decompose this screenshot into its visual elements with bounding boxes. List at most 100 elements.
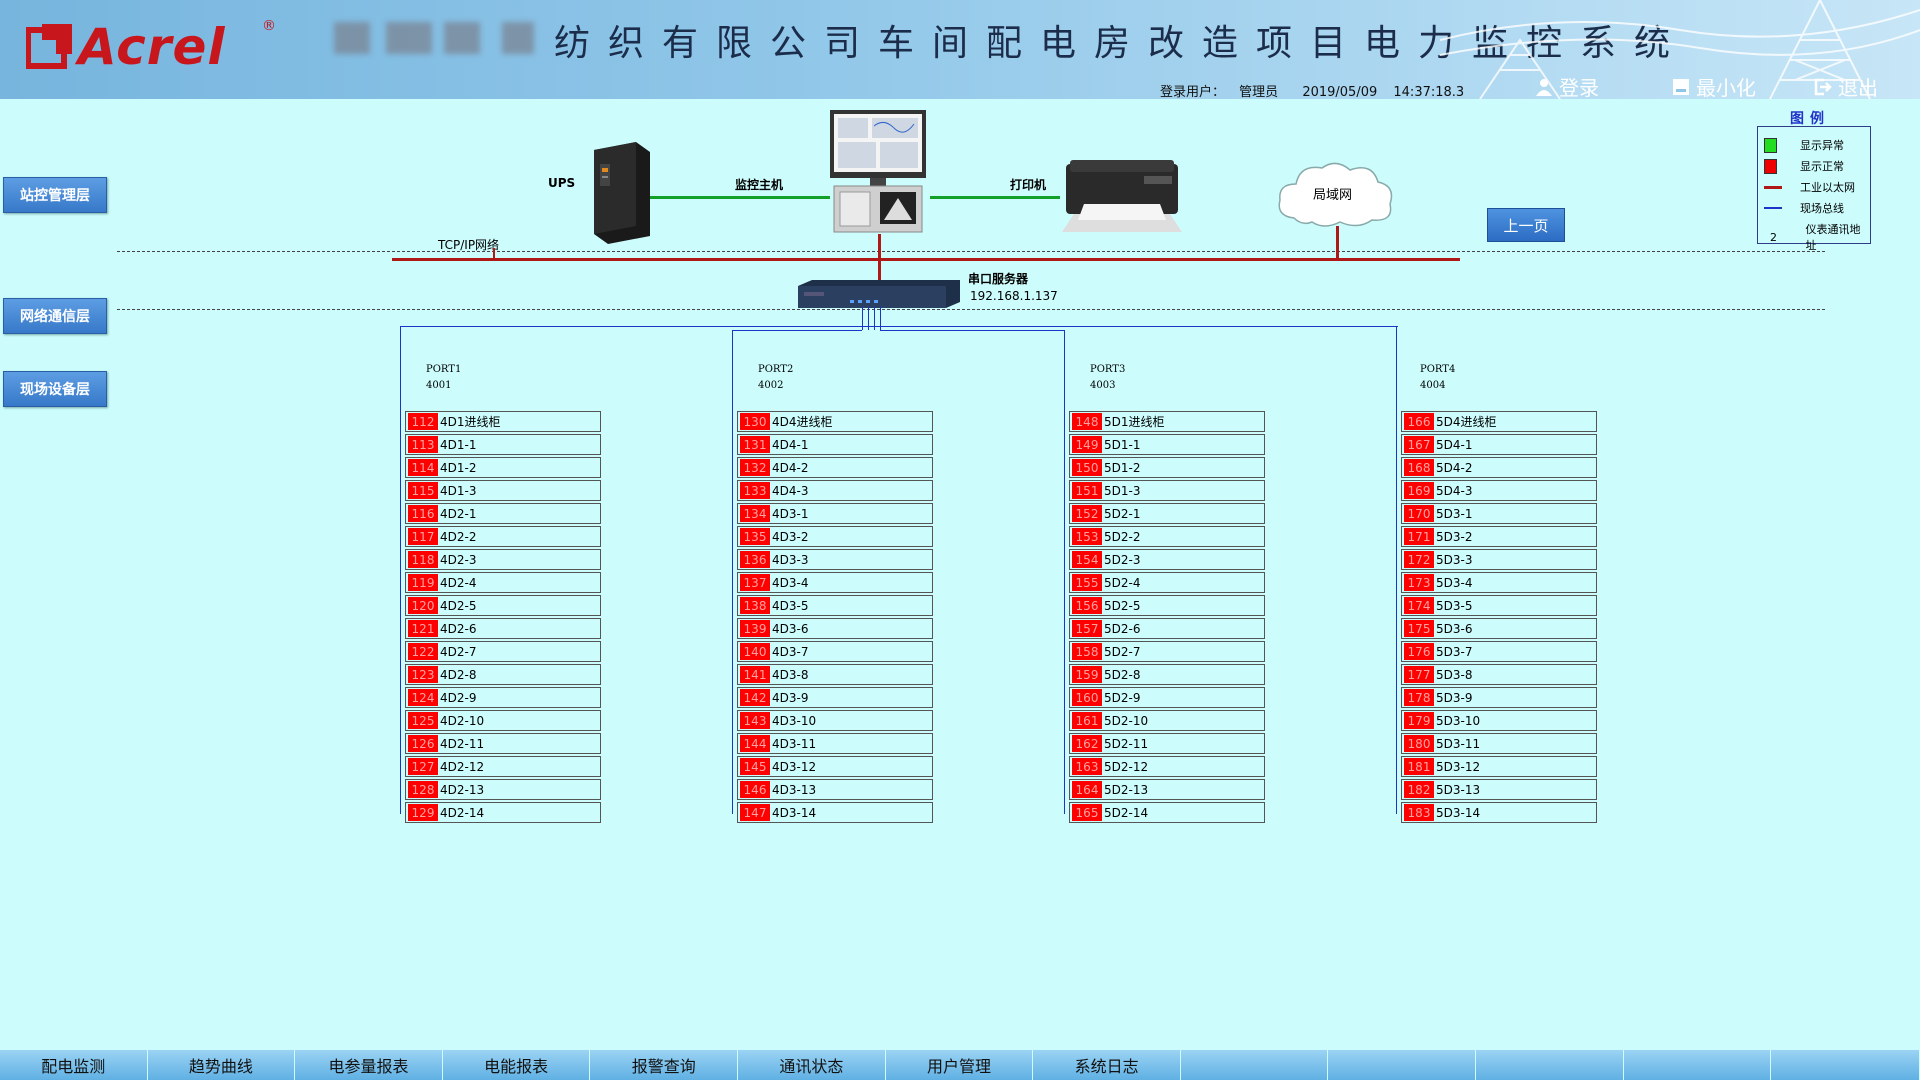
- device-row[interactable]: 123 4D2-8: [405, 664, 601, 685]
- device-row[interactable]: 175 5D3-6: [1401, 618, 1597, 639]
- device-row[interactable]: 166 5D4进线柜: [1401, 411, 1597, 432]
- device-row[interactable]: 120 4D2-5: [405, 595, 601, 616]
- device-row[interactable]: 132 4D4-2: [737, 457, 933, 478]
- ups-device-icon[interactable]: [586, 142, 650, 244]
- device-row[interactable]: 160 5D2-9: [1069, 687, 1265, 708]
- device-row[interactable]: 172 5D3-3: [1401, 549, 1597, 570]
- serial-server-icon[interactable]: [798, 280, 960, 308]
- device-row[interactable]: 135 4D3-2: [737, 526, 933, 547]
- device-row[interactable]: 117 4D2-2: [405, 526, 601, 547]
- device-row[interactable]: 125 4D2-10: [405, 710, 601, 731]
- device-row[interactable]: 126 4D2-11: [405, 733, 601, 754]
- device-row[interactable]: 183 5D3-14: [1401, 802, 1597, 823]
- device-row[interactable]: 173 5D3-4: [1401, 572, 1597, 593]
- device-row[interactable]: 163 5D2-12: [1069, 756, 1265, 777]
- device-row[interactable]: 142 4D3-9: [737, 687, 933, 708]
- exit-button[interactable]: 退出: [1814, 72, 1878, 99]
- device-row[interactable]: 151 5D1-3: [1069, 480, 1265, 501]
- device-row[interactable]: 155 5D2-4: [1069, 572, 1265, 593]
- device-row[interactable]: 116 4D2-1: [405, 503, 601, 524]
- tab-4[interactable]: 报警查询: [590, 1050, 738, 1080]
- device-row[interactable]: 141 4D3-8: [737, 664, 933, 685]
- device-row[interactable]: 170 5D3-1: [1401, 503, 1597, 524]
- device-row[interactable]: 159 5D2-8: [1069, 664, 1265, 685]
- device-row[interactable]: 149 5D1-1: [1069, 434, 1265, 455]
- device-row[interactable]: 134 4D3-1: [737, 503, 933, 524]
- device-row[interactable]: 180 5D3-11: [1401, 733, 1597, 754]
- device-row[interactable]: 119 4D2-4: [405, 572, 601, 593]
- device-row[interactable]: 150 5D1-2: [1069, 457, 1265, 478]
- login-button[interactable]: 登录: [1535, 72, 1599, 99]
- device-row[interactable]: 128 4D2-13: [405, 779, 601, 800]
- device-row[interactable]: 157 5D2-6: [1069, 618, 1265, 639]
- device-address-badge: 176: [1404, 643, 1434, 660]
- device-row[interactable]: 140 4D3-7: [737, 641, 933, 662]
- tab-5[interactable]: 通讯状态: [738, 1050, 885, 1080]
- layer-station-management[interactable]: 站控管理层: [3, 177, 107, 213]
- device-row[interactable]: 115 4D1-3: [405, 480, 601, 501]
- device-row[interactable]: 138 4D3-5: [737, 595, 933, 616]
- device-row[interactable]: 122 4D2-7: [405, 641, 601, 662]
- device-row[interactable]: 121 4D2-6: [405, 618, 601, 639]
- device-row[interactable]: 131 4D4-1: [737, 434, 933, 455]
- device-row[interactable]: 114 4D1-2: [405, 457, 601, 478]
- device-row[interactable]: 153 5D2-2: [1069, 526, 1265, 547]
- device-row[interactable]: 146 4D3-13: [737, 779, 933, 800]
- device-row[interactable]: 118 4D2-3: [405, 549, 601, 570]
- device-row[interactable]: 182 5D3-13: [1401, 779, 1597, 800]
- device-row[interactable]: 143 4D3-10: [737, 710, 933, 731]
- exit-icon: [1814, 78, 1832, 95]
- device-row[interactable]: 136 4D3-3: [737, 549, 933, 570]
- device-name: 4D3-11: [772, 736, 817, 751]
- tab-0[interactable]: 配电监测: [0, 1050, 147, 1080]
- device-name: 5D2-5: [1104, 598, 1141, 613]
- device-row[interactable]: 148 5D1进线柜: [1069, 411, 1265, 432]
- minimize-button[interactable]: 最小化: [1672, 72, 1756, 99]
- device-row[interactable]: 178 5D3-9: [1401, 687, 1597, 708]
- device-address-badge: 164: [1072, 781, 1102, 798]
- tab-6[interactable]: 用户管理: [885, 1050, 1033, 1080]
- tab-7[interactable]: 系统日志: [1033, 1050, 1180, 1080]
- device-row[interactable]: 139 4D3-6: [737, 618, 933, 639]
- device-row[interactable]: 156 5D2-5: [1069, 595, 1265, 616]
- monitoring-host-icon[interactable]: [828, 110, 928, 234]
- layer-network-communication[interactable]: 网络通信层: [3, 298, 107, 334]
- legend-item: 2 仪表通讯地址: [1764, 221, 1870, 253]
- device-row[interactable]: 164 5D2-13: [1069, 779, 1265, 800]
- device-row[interactable]: 168 5D4-2: [1401, 457, 1597, 478]
- device-row[interactable]: 127 4D2-12: [405, 756, 601, 777]
- device-row[interactable]: 124 4D2-9: [405, 687, 601, 708]
- device-address-badge: 161: [1072, 712, 1102, 729]
- device-row[interactable]: 112 4D1进线柜: [405, 411, 601, 432]
- layer-field-device[interactable]: 现场设备层: [3, 371, 107, 407]
- device-row[interactable]: 145 4D3-12: [737, 756, 933, 777]
- tab-1[interactable]: 趋势曲线: [147, 1050, 295, 1080]
- device-row[interactable]: 165 5D2-14: [1069, 802, 1265, 823]
- device-row[interactable]: 162 5D2-11: [1069, 733, 1265, 754]
- header-bar: Acrel ® 纺织有限公司车间配电房改造项目电力监控系统 登录用户： 管理员 …: [0, 0, 1920, 99]
- tab-2[interactable]: 电参量报表: [295, 1050, 442, 1080]
- device-row[interactable]: 133 4D4-3: [737, 480, 933, 501]
- printer-device-icon[interactable]: [1060, 158, 1184, 236]
- device-row[interactable]: 169 5D4-3: [1401, 480, 1597, 501]
- device-row[interactable]: 130 4D4进线柜: [737, 411, 933, 432]
- device-row[interactable]: 176 5D3-7: [1401, 641, 1597, 662]
- prev-page-button[interactable]: 上一页: [1487, 208, 1565, 242]
- device-row[interactable]: 147 4D3-14: [737, 802, 933, 823]
- tab-3[interactable]: 电能报表: [442, 1050, 590, 1080]
- device-row[interactable]: 129 4D2-14: [405, 802, 601, 823]
- device-row[interactable]: 137 4D3-4: [737, 572, 933, 593]
- device-row[interactable]: 177 5D3-8: [1401, 664, 1597, 685]
- device-row[interactable]: 154 5D2-3: [1069, 549, 1265, 570]
- device-row[interactable]: 113 4D1-1: [405, 434, 601, 455]
- device-row[interactable]: 152 5D2-1: [1069, 503, 1265, 524]
- device-name: 4D3-2: [772, 529, 809, 544]
- device-row[interactable]: 161 5D2-10: [1069, 710, 1265, 731]
- device-row[interactable]: 179 5D3-10: [1401, 710, 1597, 731]
- device-row[interactable]: 171 5D3-2: [1401, 526, 1597, 547]
- device-row[interactable]: 174 5D3-5: [1401, 595, 1597, 616]
- device-row[interactable]: 181 5D3-12: [1401, 756, 1597, 777]
- device-row[interactable]: 144 4D3-11: [737, 733, 933, 754]
- device-row[interactable]: 158 5D2-7: [1069, 641, 1265, 662]
- device-row[interactable]: 167 5D4-1: [1401, 434, 1597, 455]
